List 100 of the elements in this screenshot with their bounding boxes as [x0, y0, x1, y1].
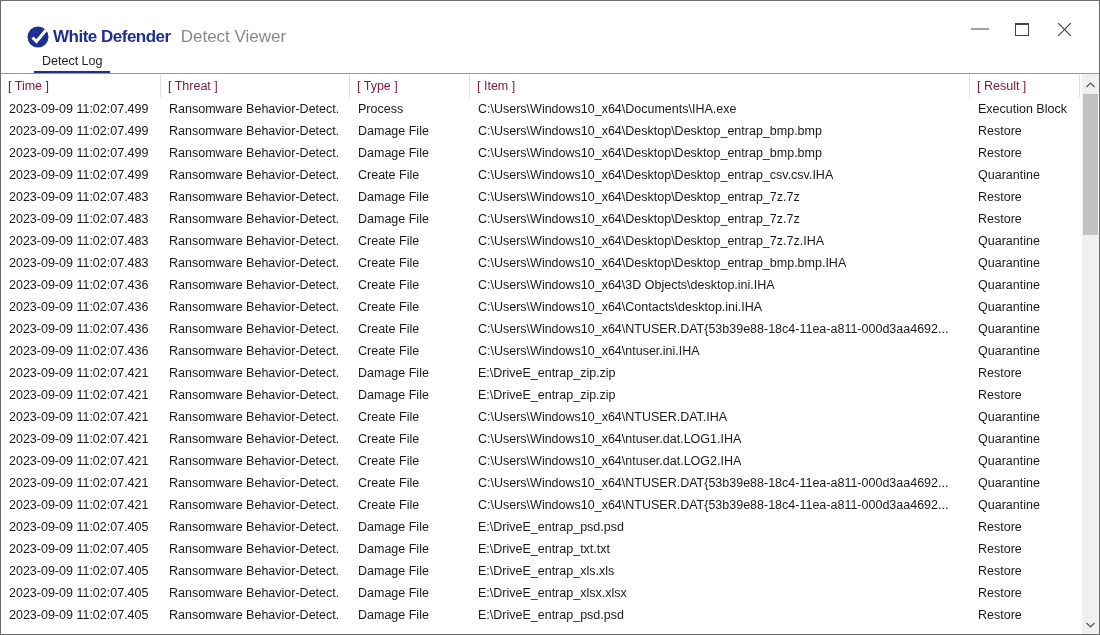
- table-cell-text: C:\Users\Windows10_x64\Contacts\desktop.ini.IHA: [477, 300, 764, 314]
- scroll-up-icon[interactable]: [1086, 82, 1095, 88]
- table-cell-text: Damage File: [357, 564, 430, 578]
- column-header[interactable]: [ Item ]: [470, 74, 970, 98]
- table-cell-text: Quarantine: [977, 344, 1041, 358]
- tab[interactable]: Detect Log: [34, 51, 111, 73]
- table-cell-text: 2023-09-09 11:02:07.499: [8, 168, 150, 182]
- table-cell-text: Create File: [357, 432, 421, 446]
- table-cell-text: 2023-09-09 11:02:07.405: [8, 608, 150, 622]
- table-cell-text: 2023-09-09 11:02:07.421: [8, 388, 150, 402]
- table-cell-text: Create File: [357, 344, 421, 358]
- table-cell-text: Damage File: [357, 542, 430, 556]
- table-cell-text: 2023-09-09 11:02:07.421: [8, 410, 150, 424]
- table-cell-text: 2023-09-09 11:02:07.421: [8, 432, 150, 446]
- table-cell-text: Ransomware Behavior-Detect.: [168, 542, 341, 556]
- table-cell-text: C:\Users\Windows10_x64\Desktop\Desktop_entrap_csv.csv.IHA: [477, 168, 835, 182]
- table-cell-text: 2023-09-09 11:02:07.436: [8, 300, 150, 314]
- table-cell-text: Create File: [357, 168, 421, 182]
- table-cell-text: Ransomware Behavior-Detect.: [168, 146, 341, 160]
- table-cell-text: Restore: [977, 564, 1023, 578]
- column-header[interactable]: [ Type ]: [350, 74, 470, 98]
- table-cell-text: Restore: [977, 366, 1023, 380]
- table-cell-text: C:\Users\Windows10_x64\Desktop\Desktop_entrap_bmp.bmp.IHA: [477, 256, 848, 270]
- table-cell-text: C:\Users\Windows10_x64\Documents\IHA.exe: [477, 102, 738, 116]
- table-cell-text: 2023-09-09 11:02:07.421: [8, 498, 150, 512]
- table-cell-text: Quarantine: [977, 278, 1041, 292]
- scroll-down-icon[interactable]: [1086, 622, 1095, 628]
- table-cell-text: Restore: [977, 124, 1023, 138]
- table-cell-text: C:\Users\Windows10_x64\Desktop\Desktop_entrap_bmp.bmp: [477, 124, 823, 138]
- table-cell-text: Ransomware Behavior-Detect.: [168, 168, 341, 182]
- table-cell-text: Ransomware Behavior-Detect.: [168, 498, 341, 512]
- table-cell-text: Damage File: [357, 124, 430, 138]
- table-cell-text: E:\DriveE_entrap_psd.psd: [477, 520, 625, 534]
- column-header[interactable]: [ Time ]: [1, 74, 161, 98]
- table-cell-text: 2023-09-09 11:02:07.499: [8, 102, 150, 116]
- table-cell-text: Quarantine: [977, 234, 1041, 248]
- table-cell-text: E:\DriveE_entrap_txt.txt: [477, 542, 611, 556]
- table-cell-text: Restore: [977, 520, 1023, 534]
- table-cell-text: 2023-09-09 11:02:07.436: [8, 344, 150, 358]
- table-cell-text: Quarantine: [977, 256, 1041, 270]
- table-cell-text: C:\Users\Windows10_x64\NTUSER.DAT{53b39e88-18c4-11ea-a811-000d3aa4692...: [477, 322, 950, 336]
- table-cell-text: 2023-09-09 11:02:07.421: [8, 476, 150, 490]
- table-cell-text: E:\DriveE_entrap_zip.zip: [477, 388, 617, 402]
- table-cell-text: Quarantine: [977, 476, 1041, 490]
- table-cell-text: Process: [357, 102, 405, 116]
- table-cell-text: 2023-09-09 11:02:07.405: [8, 564, 150, 578]
- table-cell-text: Quarantine: [977, 454, 1041, 468]
- table-cell-text: Ransomware Behavior-Detect.: [168, 278, 341, 292]
- table-cell-text: Restore: [977, 212, 1023, 226]
- table-cell-text: C:\Users\Windows10_x64\NTUSER.DAT{53b39e88-18c4-11ea-a811-000d3aa4692...: [477, 498, 950, 512]
- table-cell-text: 2023-09-09 11:02:07.405: [8, 520, 150, 534]
- table-cell-text: Ransomware Behavior-Detect.: [168, 520, 341, 534]
- table-cell-text: C:\Users\Windows10_x64\ntuser.dat.LOG1.IHA: [477, 432, 743, 446]
- table-cell-text: 2023-09-09 11:02:07.499: [8, 146, 150, 160]
- table-cell-text: 2023-09-09 11:02:07.436: [8, 278, 150, 292]
- table-cell-text: E:\DriveE_entrap_zip.zip: [477, 366, 617, 380]
- table-cell-text: Ransomware Behavior-Detect.: [168, 388, 341, 402]
- table-cell-text: Create File: [357, 498, 421, 512]
- table-cell-text: 2023-09-09 11:02:07.436: [8, 322, 150, 336]
- window-title: Detect Viewer: [180, 27, 287, 47]
- table-cell-text: Damage File: [357, 520, 430, 534]
- table-cell-text: Quarantine: [977, 300, 1041, 314]
- close-icon: [1057, 22, 1071, 36]
- scrollbar[interactable]: [1082, 74, 1099, 634]
- table-cell-text: Ransomware Behavior-Detect.: [168, 190, 341, 204]
- scrollbar-thumb[interactable]: [1083, 94, 1098, 235]
- table-cell-text: Quarantine: [977, 322, 1041, 336]
- table-cell-text: Ransomware Behavior-Detect.: [168, 322, 341, 336]
- table-cell-text: Create File: [357, 256, 421, 270]
- brand-name: White Defender: [53, 27, 171, 47]
- table-cell-text: C:\Users\Windows10_x64\Desktop\Desktop_entrap_7z.7z: [477, 212, 801, 226]
- table-cell-text: Ransomware Behavior-Detect.: [168, 410, 341, 424]
- table-cell-text: Restore: [977, 388, 1023, 402]
- table-cell-text: Ransomware Behavior-Detect.: [168, 344, 341, 358]
- table-cell-text: 2023-09-09 11:02:07.421: [8, 454, 150, 468]
- table-cell-text: Damage File: [357, 190, 430, 204]
- table-cell-text: 2023-09-09 11:02:07.483: [8, 234, 150, 248]
- table-cell-text: Damage File: [357, 388, 430, 402]
- table-cell-text: Ransomware Behavior-Detect.: [168, 234, 341, 248]
- table-cell-text: Create File: [357, 278, 421, 292]
- table-cell-text: E:\DriveE_entrap_xlsx.xlsx: [477, 586, 628, 600]
- table-cell-text: Ransomware Behavior-Detect.: [168, 564, 341, 578]
- table-cell-text: 2023-09-09 11:02:07.483: [8, 190, 150, 204]
- table-cell-text: 2023-09-09 11:02:07.499: [8, 124, 150, 138]
- table-cell-text: Execution Block: [977, 102, 1068, 116]
- table-cell-text: Ransomware Behavior-Detect.: [168, 300, 341, 314]
- table-cell-text: Ransomware Behavior-Detect.: [168, 476, 341, 490]
- table-cell-text: Damage File: [357, 586, 430, 600]
- table-cell-text: C:\Users\Windows10_x64\ntuser.dat.LOG2.IHA: [477, 454, 743, 468]
- table-cell-text: Quarantine: [977, 410, 1041, 424]
- table-cell-text: Create File: [357, 322, 421, 336]
- table-cell-text: E:\DriveE_entrap_xls.xls: [477, 564, 616, 578]
- table-cell-text: Damage File: [357, 608, 430, 622]
- table-cell-text: Ransomware Behavior-Detect.: [168, 256, 341, 270]
- table-cell-text: Quarantine: [977, 168, 1041, 182]
- table-cell-text: C:\Users\Windows10_x64\NTUSER.DAT{53b39e88-18c4-11ea-a811-000d3aa4692...: [477, 476, 950, 490]
- table-cell-text: Create File: [357, 300, 421, 314]
- column-header[interactable]: [ Result ]: [970, 74, 1080, 98]
- column-header[interactable]: [ Threat ]: [161, 74, 350, 98]
- table-cell-text: 2023-09-09 11:02:07.483: [8, 256, 150, 270]
